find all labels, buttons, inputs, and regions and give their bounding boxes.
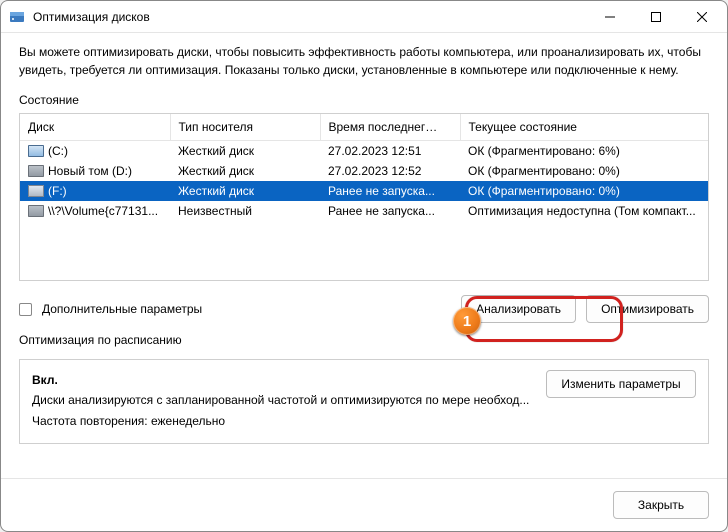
disk-last-cell: Ранее не запуска... [320, 181, 460, 201]
table-row[interactable]: \\?\Volume{c77131...НеизвестныйРанее не … [20, 201, 708, 221]
drive-icon [28, 145, 44, 157]
schedule-description: Диски анализируются с запланированной ча… [32, 390, 536, 410]
disk-last-cell: 27.02.2023 12:51 [320, 141, 460, 162]
change-schedule-button[interactable]: Изменить параметры [546, 370, 696, 398]
table-row[interactable]: (F:)Жесткий дискРанее не запуска...ОК (Ф… [20, 181, 708, 201]
disk-state-cell: ОК (Фрагментировано: 0%) [460, 181, 708, 201]
drive-icon [28, 185, 44, 197]
disk-state-cell: ОК (Фрагментировано: 0%) [460, 161, 708, 181]
intro-text: Вы можете оптимизировать диски, чтобы по… [19, 43, 709, 79]
disk-state-cell: ОК (Фрагментировано: 6%) [460, 141, 708, 162]
disk-last-cell: 27.02.2023 12:52 [320, 161, 460, 181]
titlebar: Оптимизация дисков [1, 1, 727, 33]
disk-name-cell: (C:) [20, 141, 170, 162]
disk-state-cell: Оптимизация недоступна (Том компакт... [460, 201, 708, 221]
disk-name-cell: \\?\Volume{c77131... [20, 201, 170, 221]
col-disk[interactable]: Диск [20, 114, 170, 141]
col-state[interactable]: Текущее состояние [460, 114, 708, 141]
col-last[interactable]: Время последнег… [320, 114, 460, 141]
schedule-frequency-value: еженедельно [151, 414, 225, 428]
analyze-button[interactable]: Анализировать [461, 295, 576, 323]
close-button[interactable] [679, 1, 725, 33]
disk-table-header[interactable]: Диск Тип носителя Время последнег… Текущ… [20, 114, 708, 141]
schedule-status: Вкл. [32, 370, 536, 390]
window-title: Оптимизация дисков [33, 10, 150, 24]
disk-name-cell: (F:) [20, 181, 170, 201]
drive-icon [28, 165, 44, 177]
col-type[interactable]: Тип носителя [170, 114, 320, 141]
optimize-button[interactable]: Оптимизировать [586, 295, 709, 323]
disk-type-cell: Жесткий диск [170, 141, 320, 162]
disk-table[interactable]: Диск Тип носителя Время последнег… Текущ… [20, 114, 708, 221]
drive-icon [28, 205, 44, 217]
disk-last-cell: Ранее не запуска... [320, 201, 460, 221]
advanced-params-label: Дополнительные параметры [42, 302, 202, 316]
dialog-footer: Закрыть [1, 478, 727, 531]
disk-type-cell: Жесткий диск [170, 161, 320, 181]
disk-type-cell: Жесткий диск [170, 181, 320, 201]
schedule-section-label: Оптимизация по расписанию [19, 333, 709, 347]
app-icon [9, 9, 25, 25]
advanced-params-checkbox[interactable] [19, 303, 32, 316]
table-row[interactable]: (C:)Жесткий диск27.02.2023 12:51ОК (Фраг… [20, 141, 708, 162]
schedule-panel: Вкл. Диски анализируются с запланированн… [19, 359, 709, 444]
minimize-button[interactable] [587, 1, 633, 33]
schedule-frequency-label: Частота повторения: [32, 414, 148, 428]
close-dialog-button[interactable]: Закрыть [613, 491, 709, 519]
schedule-frequency: Частота повторения: еженедельно [32, 411, 536, 431]
maximize-button[interactable] [633, 1, 679, 33]
disk-type-cell: Неизвестный [170, 201, 320, 221]
table-row[interactable]: Новый том (D:)Жесткий диск27.02.2023 12:… [20, 161, 708, 181]
disk-name-cell: Новый том (D:) [20, 161, 170, 181]
status-section-label: Состояние [19, 93, 709, 107]
optimize-drives-window: Оптимизация дисков Вы можете оптимизиров… [0, 0, 728, 532]
disk-list-panel: Диск Тип носителя Время последнег… Текущ… [19, 113, 709, 281]
